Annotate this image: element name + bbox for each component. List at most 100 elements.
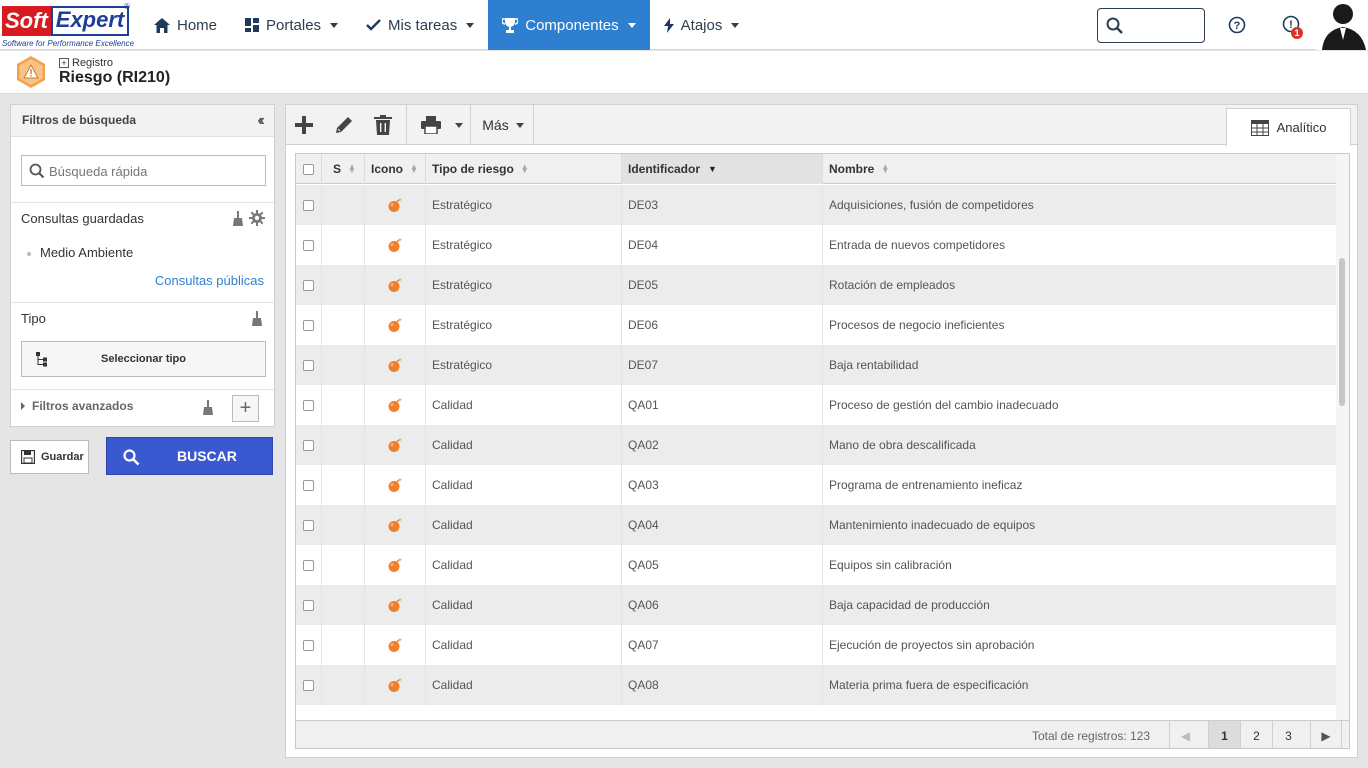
risk-bomb-icon — [365, 345, 426, 385]
identifier-cell: QA01 — [622, 385, 823, 425]
main-content: Más Analítico S ▲ ▼ Icono ▲ ▼ Tipo de riesgo… — [285, 104, 1358, 758]
row-checkbox[interactable] — [296, 585, 322, 625]
identifier-cell: QA02 — [622, 425, 823, 465]
row-checkbox[interactable] — [296, 225, 322, 265]
advanced-filters-toggle[interactable]: Filtros avanzados — [21, 399, 133, 413]
sort-descending-icon: ▼ — [708, 164, 717, 174]
next-page-button[interactable]: ▶ — [1310, 721, 1342, 748]
name-cell: Materia prima fuera de especificación — [829, 678, 1029, 692]
chevron-down-icon — [515, 122, 524, 128]
row-checkbox[interactable] — [296, 185, 322, 225]
table-row[interactable]: Estratégico DE05 Rotación de empleados — [296, 265, 1336, 305]
clear-filter-icon[interactable] — [202, 400, 214, 415]
prev-page-button[interactable]: ◀ — [1169, 721, 1201, 748]
help-icon[interactable]: ? — [1228, 16, 1246, 34]
add-button[interactable] — [290, 105, 318, 145]
public-queries-link[interactable]: Consultas públicas — [155, 273, 264, 288]
clear-filter-icon[interactable] — [251, 311, 263, 326]
vertical-scrollbar[interactable] — [1336, 154, 1349, 720]
table-row[interactable]: Calidad QA07 Ejecución de proyectos sin ap… — [296, 625, 1336, 665]
column-header-s[interactable]: S ▲ ▼ — [322, 154, 365, 184]
edit-button[interactable] — [330, 105, 358, 145]
softexpert-logo[interactable]: Soft Expert ® Software for Performance E… — [0, 2, 134, 48]
print-button[interactable] — [416, 105, 468, 145]
delete-button[interactable] — [369, 105, 397, 145]
add-advanced-filter-button[interactable]: + — [232, 395, 259, 422]
global-search-input[interactable] — [1097, 8, 1205, 43]
risk-type-cell: Estratégico — [426, 265, 622, 305]
nav-home[interactable]: Home — [140, 0, 231, 50]
status-cell — [322, 185, 365, 225]
row-checkbox[interactable] — [296, 305, 322, 345]
search-button-label: BUSCAR — [177, 448, 237, 464]
nav-portales[interactable]: Portales — [231, 0, 352, 50]
sort-icon: ▲ ▼ — [348, 162, 356, 175]
row-checkbox[interactable] — [296, 345, 322, 385]
column-header-icono[interactable]: Icono ▲ ▼ — [365, 154, 426, 184]
page-1-button[interactable]: 1 — [1208, 721, 1240, 748]
page-2-button[interactable]: 2 — [1240, 721, 1272, 748]
main-nav: Home Portales Mis tareas Componentes Ata… — [140, 0, 753, 50]
collapse-panel-icon[interactable]: ‹‹ — [257, 112, 264, 130]
saved-query-medio-ambiente[interactable]: Medio Ambiente — [40, 245, 133, 260]
pencil-icon — [336, 117, 352, 133]
column-header-tipo-riesgo[interactable]: Tipo de riesgo ▲ ▼ — [426, 154, 622, 184]
quick-search-input[interactable] — [49, 161, 259, 181]
nav-mis-tareas[interactable]: Mis tareas — [352, 0, 488, 50]
divider — [11, 302, 274, 303]
row-checkbox[interactable] — [296, 545, 322, 585]
page-3-button[interactable]: 3 — [1272, 721, 1304, 748]
table-row[interactable]: Calidad QA02 Mano de obra descalificada — [296, 425, 1336, 465]
save-query-button[interactable]: Guardar — [10, 440, 89, 474]
chevron-down-icon — [330, 22, 339, 28]
name-cell: Procesos de negocio ineficientes — [829, 318, 1005, 332]
table-row[interactable]: Estratégico DE03 Adquisiciones, fusión de … — [296, 185, 1336, 225]
status-cell — [322, 385, 365, 425]
table-row[interactable]: Calidad QA01 Proceso de gestión del cambio… — [296, 385, 1336, 425]
status-cell — [322, 425, 365, 465]
table-row[interactable]: Calidad QA03 Programa de entrenamiento ine… — [296, 465, 1336, 505]
risk-bomb-icon — [365, 465, 426, 505]
table-row[interactable]: Calidad QA05 Equipos sin calibración — [296, 545, 1336, 585]
scrollbar-thumb[interactable] — [1339, 258, 1345, 406]
clear-filter-icon[interactable] — [232, 211, 244, 226]
logo-tagline: Software for Performance Excellence — [2, 39, 135, 48]
row-checkbox[interactable] — [296, 425, 322, 465]
row-checkbox[interactable] — [296, 465, 322, 505]
risk-bomb-icon — [365, 305, 426, 345]
row-checkbox[interactable] — [296, 265, 322, 305]
search-button[interactable]: BUSCAR — [106, 437, 273, 475]
column-header-nombre[interactable]: Nombre ▲ ▼ — [823, 154, 1336, 184]
divider — [11, 389, 274, 390]
row-checkbox[interactable] — [296, 385, 322, 425]
table-row[interactable]: Calidad QA04 Mantenimiento inadecuado de e… — [296, 505, 1336, 545]
nav-componentes[interactable]: Componentes — [488, 0, 650, 50]
select-type-button[interactable]: Seleccionar tipo — [21, 341, 266, 377]
breadcrumb[interactable]: + Registro — [59, 57, 113, 69]
user-avatar[interactable] — [1316, 0, 1368, 50]
row-checkbox[interactable] — [296, 625, 322, 665]
table-row[interactable]: Estratégico DE04 Entrada de nuevos competi… — [296, 225, 1336, 265]
nav-portales-label: Portales — [266, 16, 322, 34]
select-all-checkbox[interactable] — [296, 154, 322, 184]
column-header-identificador[interactable]: Identificador ▼ — [622, 154, 823, 184]
more-button[interactable]: Más — [476, 105, 530, 145]
table-row[interactable]: Estratégico DE07 Baja rentabilidad — [296, 345, 1336, 385]
tab-analitico[interactable]: Analítico — [1226, 108, 1351, 146]
identifier-cell: QA07 — [622, 625, 823, 665]
quick-search-field[interactable] — [21, 155, 266, 186]
table-row[interactable]: Calidad QA06 Baja capacidad de producción — [296, 585, 1336, 625]
row-checkbox[interactable] — [296, 665, 322, 705]
status-cell — [322, 225, 365, 265]
more-label: Más — [482, 117, 509, 133]
gear-icon[interactable] — [249, 210, 265, 226]
identifier-cell: DE04 — [622, 225, 823, 265]
risk-bomb-icon — [365, 185, 426, 225]
saved-queries-title: Consultas guardadas — [21, 211, 144, 226]
grid-footer: Total de registros: 123 ◀ 1 2 3 ▶ — [296, 720, 1349, 748]
nav-atajos[interactable]: Atajos — [650, 0, 754, 50]
table-row[interactable]: Estratégico DE06 Procesos de negocio inefi… — [296, 305, 1336, 345]
risk-bomb-icon — [365, 225, 426, 265]
row-checkbox[interactable] — [296, 505, 322, 545]
table-row[interactable]: Calidad QA08 Materia prima fuera de especi… — [296, 665, 1336, 705]
